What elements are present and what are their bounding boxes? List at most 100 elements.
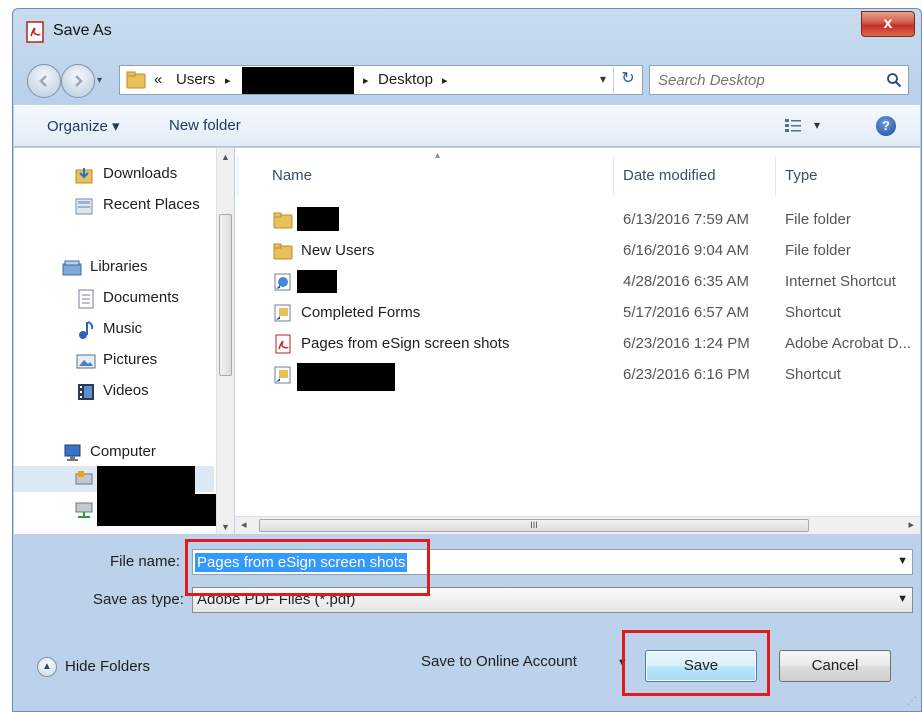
close-button[interactable]: x bbox=[861, 11, 915, 37]
file-type: Shortcut bbox=[785, 366, 841, 383]
column-divider[interactable] bbox=[613, 156, 614, 196]
nav-item-network-drive-redacted[interactable] bbox=[14, 494, 223, 526]
organize-menu[interactable]: Organize ▾ bbox=[47, 117, 120, 135]
nav-item-computer[interactable]: Computer bbox=[14, 440, 214, 466]
music-icon bbox=[79, 321, 94, 339]
nav-item-documents[interactable]: Documents bbox=[14, 286, 214, 312]
horizontal-scrollbar[interactable]: ◂ III ▸ bbox=[235, 516, 920, 534]
file-row[interactable]: New Users 6/16/2016 9:04 AM File folder bbox=[235, 237, 920, 265]
breadcrumb-desktop[interactable]: Desktop bbox=[378, 71, 433, 88]
save-as-dialog: Save As x ▾ « Users ▸ ▸ Desktop ▸ ▾ ↻ Or… bbox=[12, 8, 922, 712]
file-type: Shortcut bbox=[785, 304, 841, 321]
nav-item-drive-redacted[interactable] bbox=[14, 466, 214, 494]
file-row[interactable]: 4/28/2016 6:35 AM Internet Shortcut bbox=[235, 268, 920, 296]
folder-icon bbox=[273, 243, 293, 260]
breadcrumb-separator[interactable]: ▸ bbox=[442, 74, 448, 87]
back-arrow-icon bbox=[39, 75, 47, 87]
file-name: Pages from eSign screen shots bbox=[301, 335, 510, 352]
save-to-online-account-button[interactable]: Save to Online Account bbox=[421, 653, 577, 670]
file-list[interactable]: Name ▴ Date modified Type 6/13/2016 7:59… bbox=[235, 148, 920, 534]
command-toolbar: Organize ▾ New folder ▾ ? bbox=[14, 105, 920, 147]
recent-pages-dropdown[interactable]: ▾ bbox=[97, 75, 111, 89]
column-header-name[interactable]: Name bbox=[272, 167, 312, 184]
nav-item-recent-places[interactable]: Recent Places bbox=[14, 193, 214, 219]
file-row[interactable]: Completed Forms 5/17/2016 6:57 AM Shortc… bbox=[235, 299, 920, 327]
downloads-icon bbox=[75, 168, 93, 184]
search-input[interactable] bbox=[658, 70, 878, 90]
resize-grip-icon[interactable]: ⋰ bbox=[907, 696, 917, 707]
hide-folders-button[interactable]: ▲ Hide Folders bbox=[37, 655, 187, 679]
column-header-type[interactable]: Type bbox=[785, 167, 818, 184]
save-as-type-label: Save as type: bbox=[93, 591, 184, 608]
forward-button[interactable] bbox=[61, 64, 95, 98]
title-bar: Save As x bbox=[13, 9, 921, 53]
nav-item-videos[interactable]: Videos bbox=[14, 379, 214, 405]
help-icon[interactable]: ? bbox=[876, 116, 896, 136]
redacted-label bbox=[97, 494, 223, 526]
file-row[interactable]: Pages from eSign screen shots 6/23/2016 … bbox=[235, 330, 920, 358]
change-view-button[interactable]: ▾ bbox=[784, 115, 834, 137]
file-date: 5/17/2016 6:57 AM bbox=[623, 304, 749, 321]
save-as-type-dropdown-icon[interactable]: ▼ bbox=[897, 593, 908, 605]
file-type: Adobe Acrobat D... bbox=[785, 335, 911, 352]
cancel-button[interactable]: Cancel bbox=[779, 650, 891, 682]
file-name: Completed Forms bbox=[301, 304, 421, 321]
breadcrumb-separator[interactable]: ▸ bbox=[363, 74, 369, 87]
cropped-caption bbox=[0, 0, 922, 8]
shortcut-icon bbox=[274, 366, 291, 384]
nav-item-pictures[interactable]: Pictures bbox=[14, 348, 214, 374]
libraries-icon bbox=[62, 260, 82, 276]
scroll-left-icon[interactable]: ◂ bbox=[241, 518, 247, 531]
forward-arrow-icon bbox=[75, 75, 83, 87]
file-name: New Users bbox=[301, 242, 375, 259]
file-type: Internet Shortcut bbox=[785, 273, 896, 290]
recent-places-icon bbox=[75, 198, 93, 215]
scroll-down-icon[interactable]: ▼ bbox=[221, 522, 230, 532]
address-dropdown-icon[interactable]: ▾ bbox=[600, 72, 606, 86]
file-name-label: File name: bbox=[110, 553, 181, 570]
address-bar[interactable]: « Users ▸ ▸ Desktop ▸ ▾ bbox=[119, 65, 637, 95]
file-type: File folder bbox=[785, 211, 851, 228]
search-box[interactable] bbox=[649, 65, 909, 95]
refresh-button[interactable]: ↻ bbox=[613, 65, 643, 95]
redacted-filename bbox=[297, 207, 339, 231]
file-row[interactable]: 6/13/2016 7:59 AM File folder bbox=[235, 206, 920, 234]
internet-shortcut-icon bbox=[274, 273, 291, 291]
drive-icon bbox=[75, 471, 93, 485]
filename-highlight-box bbox=[185, 539, 430, 596]
column-header-date-modified[interactable]: Date modified bbox=[623, 167, 716, 184]
network-drive-icon bbox=[75, 502, 93, 518]
breadcrumb-separator[interactable]: ▸ bbox=[225, 74, 231, 87]
scroll-up-icon[interactable]: ▲ bbox=[221, 152, 230, 162]
breadcrumb-users[interactable]: Users bbox=[176, 71, 215, 88]
file-date: 6/16/2016 9:04 AM bbox=[623, 242, 749, 259]
back-button[interactable] bbox=[27, 64, 61, 98]
sort-ascending-icon: ▴ bbox=[435, 150, 441, 161]
collapse-up-icon: ▲ bbox=[37, 657, 57, 677]
redacted-breadcrumb bbox=[242, 67, 354, 94]
file-name-dropdown-icon[interactable]: ▼ bbox=[897, 555, 908, 567]
views-dropdown-icon: ▾ bbox=[814, 118, 821, 132]
redacted-filename bbox=[297, 363, 395, 391]
documents-icon bbox=[78, 289, 94, 309]
column-divider[interactable] bbox=[775, 156, 776, 196]
view-options-icon bbox=[785, 119, 801, 132]
redacted-filename bbox=[297, 270, 337, 293]
nav-pane-scrollbar[interactable]: ▲ ▼ bbox=[216, 148, 234, 534]
scrollbar-thumb[interactable] bbox=[219, 214, 232, 376]
window-title: Save As bbox=[53, 22, 112, 39]
pictures-icon bbox=[76, 354, 96, 369]
file-row[interactable]: 6/23/2016 6:16 PM Shortcut bbox=[235, 361, 920, 391]
new-folder-button[interactable]: New folder bbox=[169, 117, 241, 134]
scroll-right-icon[interactable]: ▸ bbox=[908, 518, 914, 531]
search-icon[interactable] bbox=[886, 72, 902, 88]
nav-item-libraries[interactable]: Libraries bbox=[14, 255, 214, 281]
nav-item-music[interactable]: Music bbox=[14, 317, 214, 343]
nav-item-downloads[interactable]: Downloads bbox=[14, 162, 214, 188]
folder-icon bbox=[126, 71, 146, 89]
file-date: 6/23/2016 6:16 PM bbox=[623, 366, 750, 383]
navigation-pane[interactable]: Downloads Recent Places Libraries Docume… bbox=[14, 148, 234, 534]
file-date: 6/13/2016 7:59 AM bbox=[623, 211, 749, 228]
breadcrumb-overflow[interactable]: « bbox=[154, 71, 162, 88]
scrollbar-thumb[interactable]: III bbox=[259, 519, 809, 532]
